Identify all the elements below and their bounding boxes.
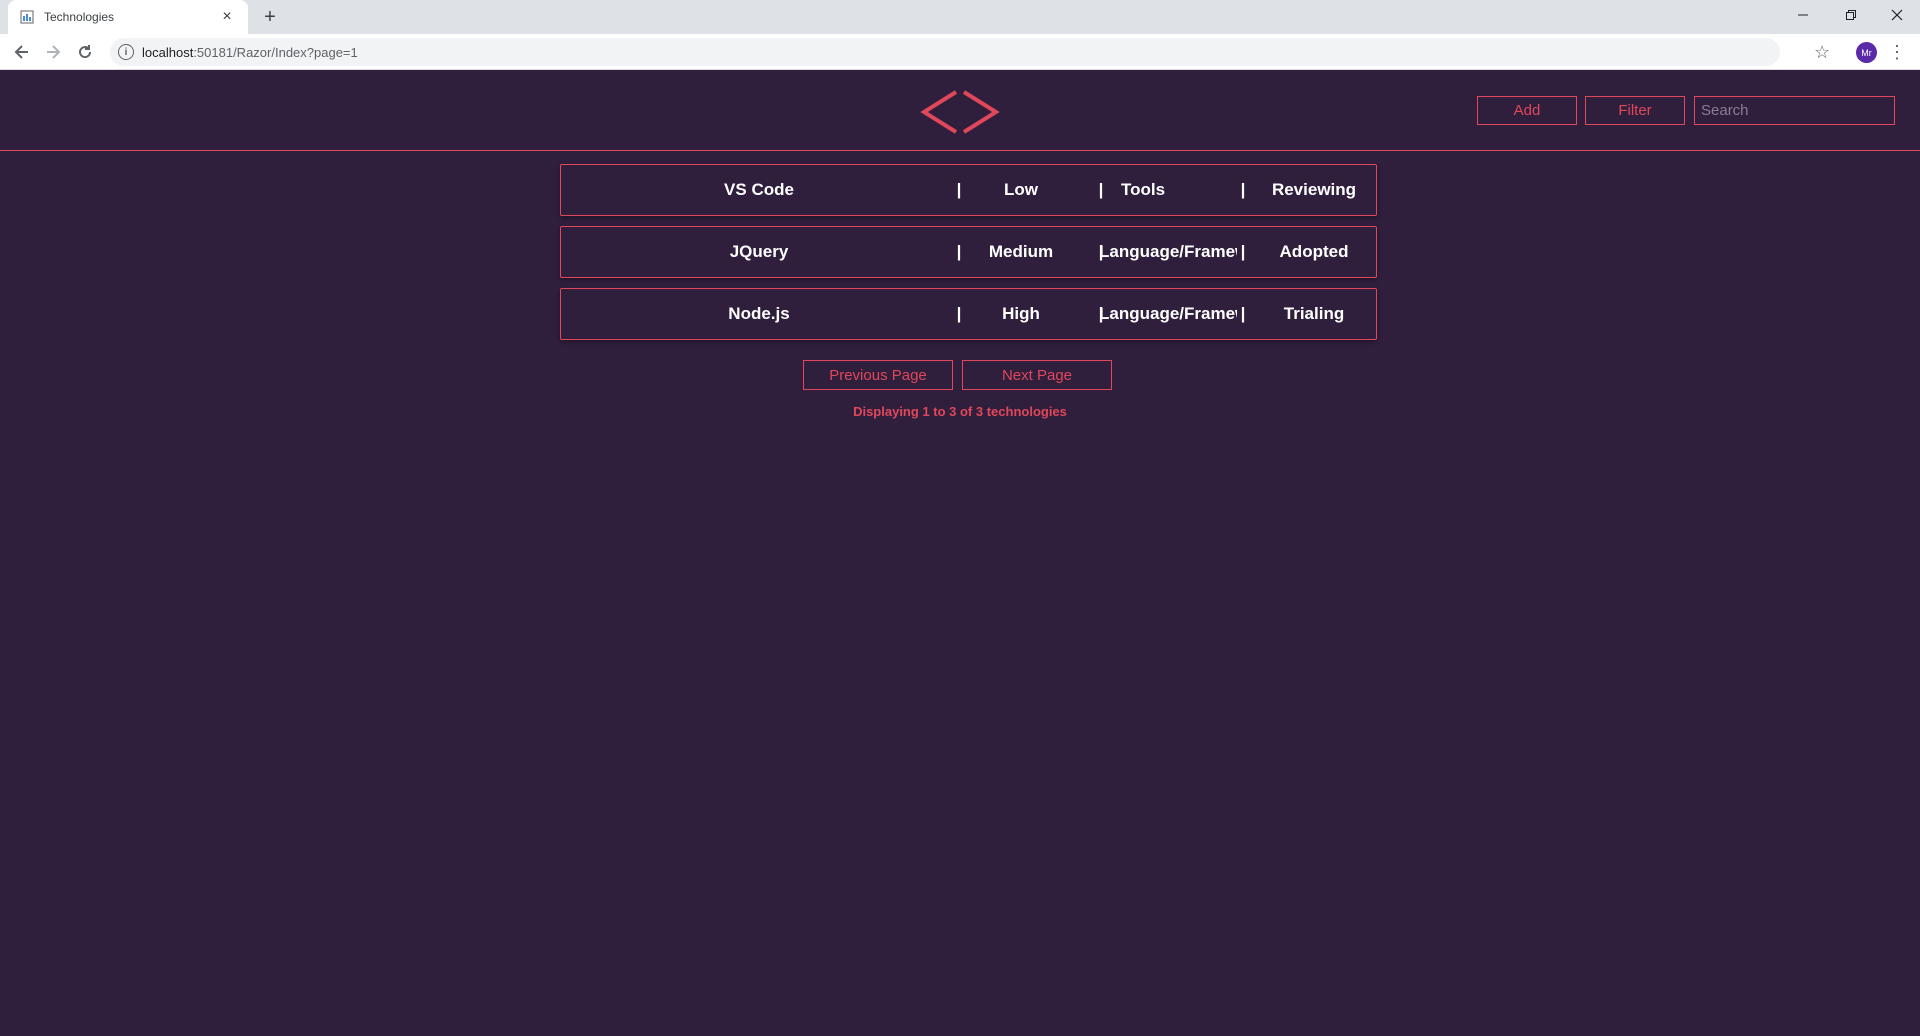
technology-row[interactable]: JQuery | Medium | Language/Framew | Adop…: [560, 226, 1377, 278]
technology-status: Reviewing: [1271, 180, 1357, 199]
column-separator: |: [956, 180, 962, 199]
technology-level: Medium: [988, 242, 1054, 261]
technology-row[interactable]: Node.js | High | Language/Framew | Trial…: [560, 288, 1377, 340]
technology-status: Trialing: [1283, 304, 1345, 323]
close-window-icon[interactable]: [1874, 0, 1920, 30]
bookmark-star-icon[interactable]: ☆: [1814, 42, 1830, 62]
column-separator: |: [1240, 180, 1246, 199]
site-header: Add Filter: [0, 71, 1920, 151]
technology-level: High: [1002, 304, 1040, 323]
url-text: localhost:50181/Razor/Index?page=1: [142, 45, 358, 60]
add-button[interactable]: Add: [1477, 96, 1577, 125]
technology-row[interactable]: VS Code | Low | Tools | Reviewing: [560, 164, 1377, 216]
restore-icon[interactable]: [1828, 0, 1874, 30]
column-separator: |: [1240, 242, 1246, 261]
page: Add Filter VS Code | Low | Tools | Revie…: [0, 71, 1920, 1036]
browser-toolbar: i localhost:50181/Razor/Index?page=1 ☆ M…: [0, 34, 1920, 70]
forward-arrow-icon[interactable]: [41, 40, 65, 64]
reload-icon[interactable]: [73, 40, 97, 64]
back-arrow-icon[interactable]: [10, 40, 34, 64]
filter-button[interactable]: Filter: [1585, 96, 1685, 125]
column-separator: |: [1098, 180, 1104, 199]
technology-name: JQuery: [729, 242, 789, 261]
search-input[interactable]: [1694, 96, 1895, 125]
page-icon: [20, 10, 34, 24]
url-host: localhost: [142, 44, 194, 60]
technology-status: Adopted: [1279, 242, 1349, 261]
next-page-button[interactable]: Next Page: [962, 360, 1112, 390]
previous-page-button[interactable]: Previous Page: [803, 360, 953, 390]
new-tab-button[interactable]: +: [258, 5, 282, 29]
column-separator: |: [956, 242, 962, 261]
close-tab-icon[interactable]: ×: [218, 8, 236, 26]
technology-category: Tools: [1121, 180, 1166, 199]
technology-category: Language/Framew: [1099, 304, 1237, 323]
browser-tab[interactable]: Technologies ×: [8, 0, 248, 34]
address-bar[interactable]: i localhost:50181/Razor/Index?page=1: [110, 38, 1780, 66]
minimize-icon[interactable]: [1780, 0, 1826, 30]
technology-name: VS Code: [724, 180, 794, 199]
code-brackets-logo-icon[interactable]: [920, 89, 1000, 135]
technology-name: Node.js: [728, 304, 790, 323]
kebab-menu-icon[interactable]: ⋮: [1888, 42, 1906, 62]
tab-title: Technologies: [44, 10, 115, 24]
url-path: :50181/Razor/Index?page=1: [193, 44, 358, 60]
column-separator: |: [1240, 304, 1246, 323]
pagination-status: Displaying 1 to 3 of 3 technologies: [853, 404, 1067, 419]
info-icon[interactable]: i: [118, 44, 134, 60]
technology-level: Low: [1004, 180, 1038, 199]
browser-tab-strip: Technologies × +: [0, 0, 1920, 34]
column-separator: |: [956, 304, 962, 323]
technology-category: Language/Framew: [1099, 242, 1237, 261]
avatar[interactable]: Mr: [1856, 42, 1877, 63]
